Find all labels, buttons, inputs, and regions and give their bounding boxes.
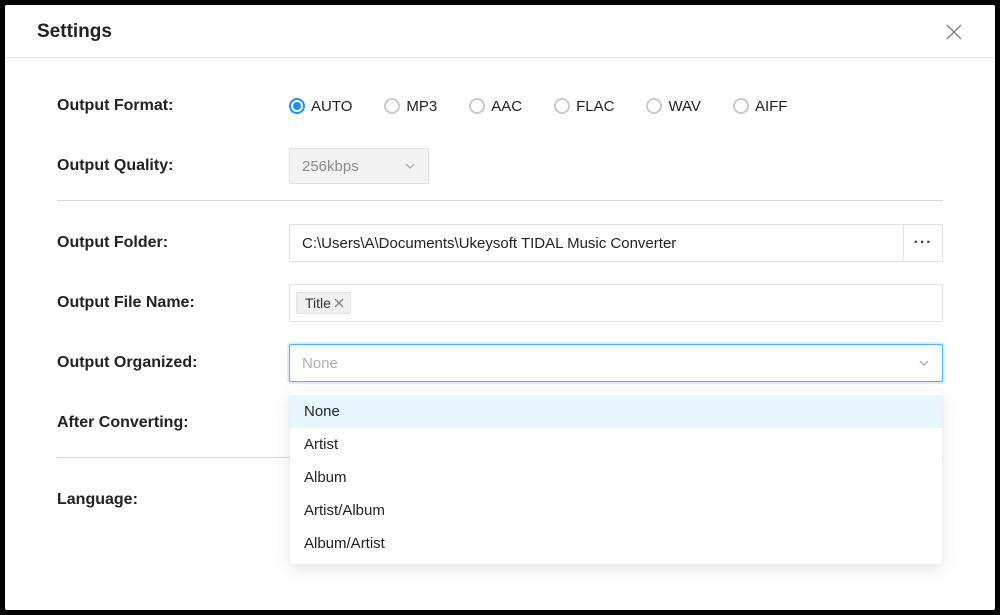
dropdown-option[interactable]: Album <box>290 461 942 494</box>
output-organized-placeholder: None <box>302 355 338 372</box>
settings-modal: Settings Output Format: AUTO MP3 AAC FLAC WA… <box>5 5 995 610</box>
output-folder-input[interactable] <box>289 224 903 262</box>
tag-remove-icon[interactable] <box>334 298 344 308</box>
row-output-filename: Output File Name: Title <box>57 283 943 323</box>
modal-title: Settings <box>37 21 112 43</box>
dropdown-option[interactable]: Artist <box>290 428 942 461</box>
radio-aac[interactable]: AAC <box>469 98 522 115</box>
tag-label: Title <box>305 295 331 311</box>
chevron-down-icon <box>404 160 416 172</box>
chevron-down-icon <box>918 357 930 369</box>
radio-mp3[interactable]: MP3 <box>384 98 437 115</box>
output-quality-value: 256kbps <box>302 158 359 175</box>
output-organized-select[interactable]: None NoneArtistAlbumArtist/AlbumAlbum/Ar… <box>289 344 943 382</box>
label-output-organized: Output Organized: <box>57 354 289 372</box>
output-filename-input[interactable]: Title <box>289 284 943 322</box>
radio-icon <box>289 98 305 114</box>
dropdown-option[interactable]: Album/Artist <box>290 527 942 560</box>
label-output-filename: Output File Name: <box>57 294 289 312</box>
output-format-radio-group: AUTO MP3 AAC FLAC WAV AIFF <box>289 98 943 115</box>
row-output-organized: Output Organized: None NoneArtistAlbumAr… <box>57 343 943 383</box>
output-organized-control: None NoneArtistAlbumArtist/AlbumAlbum/Ar… <box>289 344 943 382</box>
radio-label: AUTO <box>311 98 352 115</box>
label-language: Language: <box>57 491 289 509</box>
radio-icon <box>554 98 570 114</box>
radio-label: WAV <box>668 98 701 115</box>
radio-wav[interactable]: WAV <box>646 98 701 115</box>
modal-body: Output Format: AUTO MP3 AAC FLAC WAV AIFF Out… <box>5 58 995 610</box>
radio-label: AIFF <box>755 98 788 115</box>
output-organized-dropdown: NoneArtistAlbumArtist/AlbumAlbum/Artist <box>290 391 942 564</box>
close-icon[interactable] <box>945 23 963 41</box>
row-output-format: Output Format: AUTO MP3 AAC FLAC WAV AIFF <box>57 86 943 126</box>
label-after-converting: After Converting: <box>57 414 289 432</box>
radio-icon <box>384 98 400 114</box>
filename-tag: Title <box>296 292 351 314</box>
radio-icon <box>733 98 749 114</box>
label-output-quality: Output Quality: <box>57 157 289 175</box>
dropdown-option[interactable]: None <box>290 395 942 428</box>
radio-label: FLAC <box>576 98 614 115</box>
row-output-folder: Output Folder: ··· <box>57 223 943 263</box>
radio-flac[interactable]: FLAC <box>554 98 614 115</box>
output-folder-control: ··· <box>289 224 943 262</box>
label-output-folder: Output Folder: <box>57 234 289 252</box>
radio-aiff[interactable]: AIFF <box>733 98 788 115</box>
browse-folder-button[interactable]: ··· <box>903 224 943 262</box>
divider <box>57 200 943 201</box>
radio-icon <box>646 98 662 114</box>
radio-icon <box>469 98 485 114</box>
dropdown-option[interactable]: Artist/Album <box>290 494 942 527</box>
output-filename-control: Title <box>289 284 943 322</box>
row-output-quality: Output Quality: 256kbps <box>57 146 943 186</box>
radio-label: AAC <box>491 98 522 115</box>
label-output-format: Output Format: <box>57 97 289 115</box>
output-quality-control: 256kbps <box>289 148 943 184</box>
radio-label: MP3 <box>406 98 437 115</box>
output-quality-select[interactable]: 256kbps <box>289 148 429 184</box>
radio-auto[interactable]: AUTO <box>289 98 352 115</box>
modal-header: Settings <box>5 5 995 58</box>
